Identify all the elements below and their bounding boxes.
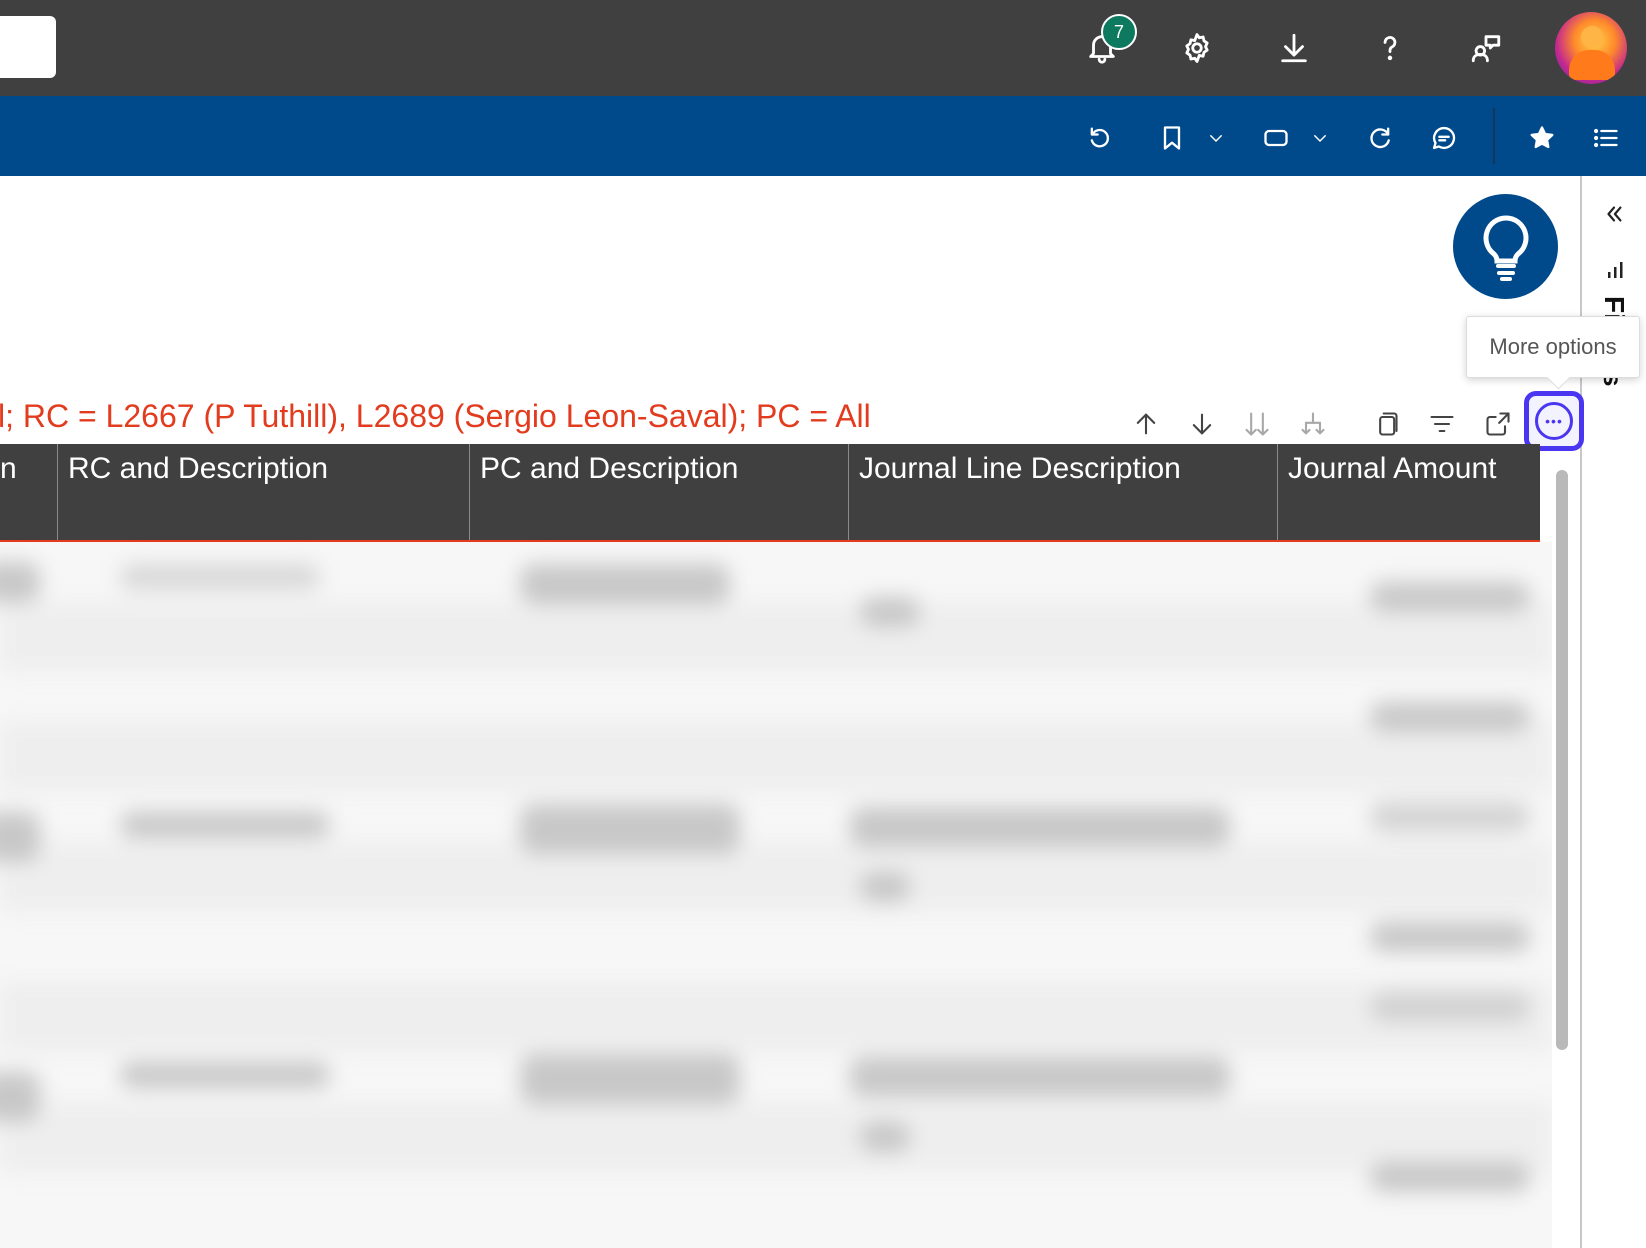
gear-icon[interactable]: [1171, 22, 1223, 74]
blurred-cell: [1370, 1162, 1530, 1192]
toolbar-divider: [1493, 108, 1495, 164]
tooltip-text: More options: [1489, 334, 1617, 359]
view-icon[interactable]: [1256, 118, 1296, 158]
more-options-tooltip: More options: [1466, 316, 1640, 378]
column-header-journal-amount[interactable]: Journal Amount: [1277, 444, 1540, 540]
blurred-cell: [520, 804, 740, 854]
blurred-cell: [850, 807, 1230, 847]
insights-lightbulb-button[interactable]: [1453, 194, 1558, 299]
copy-icon[interactable]: [1368, 406, 1404, 442]
avatar[interactable]: [1555, 12, 1627, 84]
avatar-body: [1569, 50, 1615, 80]
table-row: [0, 1102, 1552, 1172]
sort-up-icon[interactable]: [1128, 406, 1164, 442]
more-options-button[interactable]: •••: [1524, 391, 1584, 451]
chart-bars-icon: [1608, 262, 1623, 278]
feedback-icon[interactable]: [1460, 22, 1512, 74]
search-box[interactable]: [0, 16, 56, 78]
table-row: [0, 722, 1552, 792]
blurred-cell: [120, 1062, 330, 1088]
column-header-truncated[interactable]: n: [0, 444, 58, 540]
bookmark-icon[interactable]: [1152, 118, 1192, 158]
avatar-head: [1581, 26, 1603, 48]
sort-down-icon[interactable]: [1184, 406, 1220, 442]
double-chevron-left-icon[interactable]: [1598, 198, 1630, 230]
blurred-cell: [120, 564, 320, 590]
blurred-cell: [0, 1072, 40, 1122]
blurred-cell: [0, 812, 40, 862]
filter-summary-text: l; RC = L2667 (P Tuthill), L2689 (Sergio…: [0, 398, 871, 434]
blurred-cell: [1370, 802, 1530, 832]
star-icon[interactable]: [1522, 118, 1562, 158]
blurred-cell: [860, 597, 920, 627]
blurred-cell: [0, 562, 40, 602]
blurred-cell: [520, 564, 730, 604]
table-row: [0, 982, 1552, 1052]
table-row: [0, 602, 1552, 672]
lightbulb-icon: [1483, 214, 1528, 281]
focus-mode-icon[interactable]: [1480, 406, 1516, 442]
table-header: n RC and Description PC and Description …: [0, 444, 1540, 542]
notification-badge: 7: [1101, 14, 1137, 50]
blurred-cell: [850, 1057, 1230, 1097]
expand-all-icon[interactable]: [1239, 406, 1275, 442]
blurred-cell: [860, 1122, 910, 1152]
reset-icon[interactable]: [1080, 118, 1120, 158]
drill-icon[interactable]: [1295, 406, 1331, 442]
table-scrollbar-thumb[interactable]: [1556, 470, 1568, 1050]
blurred-cell: [120, 812, 330, 838]
help-icon[interactable]: [1364, 22, 1416, 74]
refresh-icon[interactable]: [1360, 118, 1400, 158]
blurred-cell: [1370, 702, 1530, 732]
blurred-rows: [0, 542, 1552, 1248]
column-header-pc-description[interactable]: PC and Description: [469, 444, 848, 540]
table-body-blurred: [0, 542, 1552, 1248]
filter-icon[interactable]: [1424, 406, 1460, 442]
view-chevron-down-icon[interactable]: [1300, 118, 1340, 158]
blurred-cell: [1370, 922, 1530, 952]
blurred-cell: [520, 1054, 740, 1104]
download-icon[interactable]: [1268, 22, 1320, 74]
bookmark-chevron-down-icon[interactable]: [1196, 118, 1236, 158]
table-row: [0, 842, 1552, 912]
comment-icon[interactable]: [1424, 118, 1464, 158]
blurred-cell: [1370, 992, 1530, 1022]
more-options-icon: •••: [1535, 402, 1573, 440]
column-header-rc-description[interactable]: RC and Description: [57, 444, 469, 540]
blurred-cell: [860, 872, 910, 902]
blurred-cell: [1370, 582, 1530, 612]
list-icon[interactable]: [1586, 118, 1626, 158]
column-header-journal-line-description[interactable]: Journal Line Description: [848, 444, 1277, 540]
